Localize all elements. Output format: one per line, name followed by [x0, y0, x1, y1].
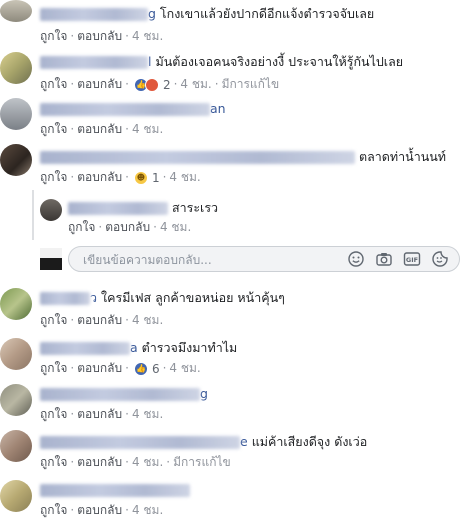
avatar[interactable]: [0, 384, 32, 416]
reply-link[interactable]: ตอบกลับ: [105, 220, 150, 234]
gif-icon[interactable]: GIF: [403, 250, 421, 268]
commenter-name[interactable]: [40, 342, 130, 355]
timestamp[interactable]: 4 ชม.: [132, 29, 163, 43]
like-link[interactable]: ถูกใจ: [40, 313, 67, 327]
commenter-name[interactable]: [68, 202, 168, 215]
timestamp[interactable]: 4 ชม.: [160, 220, 191, 234]
timestamp[interactable]: 4 ชม.: [132, 122, 163, 136]
comment-text: สาระเรว: [171, 200, 219, 215]
like-reaction-icon: 👍: [133, 361, 148, 376]
avatar[interactable]: [40, 199, 62, 221]
angry-reaction-icon: [144, 77, 159, 92]
reply-input[interactable]: [81, 251, 335, 269]
reply-link[interactable]: ตอบกลับ: [77, 313, 122, 327]
avatar[interactable]: [0, 480, 32, 512]
reply-link[interactable]: ตอบกลับ: [77, 170, 122, 184]
timestamp[interactable]: 4 ชม.: [180, 77, 211, 91]
commenter-name[interactable]: [40, 436, 240, 449]
reaction-count: 1: [151, 170, 160, 185]
avatar[interactable]: [0, 52, 32, 84]
comment-item: ว ใครมีเฟส ลูกค้าขอหน่อย หน้าคุ้นๆ ถูกใจ…: [0, 286, 476, 330]
edited-label[interactable]: มีการแก้ไข: [222, 77, 280, 91]
reply-item: สาระเรว ถูกใจ · ตอบกลับ · 4 ชม.: [0, 196, 476, 236]
avatar[interactable]: [0, 288, 32, 320]
edited-label[interactable]: มีการแก้ไข: [173, 455, 231, 469]
commenter-name-tail[interactable]: g: [148, 6, 156, 21]
like-link[interactable]: ถูกใจ: [40, 361, 67, 375]
avatar[interactable]: [0, 430, 32, 462]
like-link[interactable]: ถูกใจ: [40, 503, 67, 517]
avatar[interactable]: [0, 98, 32, 130]
like-link[interactable]: ถูกใจ: [40, 77, 67, 91]
reply-link[interactable]: ตอบกลับ: [77, 407, 122, 421]
timestamp[interactable]: 4 ชม.: [169, 361, 200, 375]
like-link[interactable]: ถูกใจ: [40, 122, 67, 136]
avatar[interactable]: [0, 144, 32, 176]
comment-item: l มันต้องเจอคนจริงอย่างงี้ ประจานให้รู้ก…: [0, 48, 476, 96]
commenter-name[interactable]: [40, 388, 200, 401]
like-link[interactable]: ถูกใจ: [40, 170, 67, 184]
reply-link[interactable]: ตอบกลับ: [77, 77, 122, 91]
comment-text: ตลาดท่าน้ำนนท์: [358, 149, 447, 164]
haha-reaction-icon: ☻: [133, 170, 148, 185]
reply-link[interactable]: ตอบกลับ: [77, 455, 122, 469]
comment-text: ตำรวจมึงมาทำไม: [141, 340, 238, 355]
like-link[interactable]: ถูกใจ: [40, 455, 67, 469]
like-link[interactable]: ถูกใจ: [40, 407, 67, 421]
timestamp[interactable]: 4 ชม.: [132, 407, 163, 421]
reaction-count: 6: [151, 361, 160, 376]
commenter-name[interactable]: [40, 103, 210, 116]
reaction-count: 2: [162, 77, 171, 92]
reaction-summary[interactable]: 👍 6: [133, 361, 160, 377]
reply-composer[interactable]: GIF: [68, 246, 460, 272]
avatar[interactable]: [0, 338, 32, 370]
comment-text: ใครมีเฟส ลูกค้าขอหน่อย หน้าคุ้นๆ: [101, 290, 285, 305]
commenter-name[interactable]: [40, 484, 190, 497]
sticker-icon[interactable]: [431, 250, 449, 268]
comment-item: an ถูกใจ · ตอบกลับ · 4 ชม.: [0, 96, 476, 140]
commenter-name-tail[interactable]: e: [240, 434, 248, 449]
timestamp[interactable]: 4 ชม.: [132, 503, 163, 517]
comment-text: มันต้องเจอคนจริงอย่างงี้ ประจานให้รู้กัน…: [155, 54, 404, 69]
commenter-name[interactable]: [40, 151, 355, 164]
avatar[interactable]: [0, 0, 32, 22]
reply-link[interactable]: ตอบกลับ: [77, 122, 122, 136]
comment-text: แม่ค้าเสียงดีจุง ดังเว่อ: [251, 434, 368, 449]
comment-item: a ตำรวจมึงมาทำไม ถูกใจ · ตอบกลับ · 👍 6 · 4 ชม.: [0, 336, 476, 380]
reaction-summary[interactable]: 👍 2: [133, 77, 171, 93]
camera-icon[interactable]: [375, 250, 393, 268]
comment-text: โกงเขาแล้วยังปากดีอีกแจ้งตำรวจจับเลย: [159, 6, 375, 21]
commenter-name[interactable]: [40, 56, 148, 69]
reply-link[interactable]: ตอบกลับ: [77, 361, 122, 375]
comment-item: ตลาดท่าน้ำนนท์ ถูกใจ · ตอบกลับ · ☻ 1 · 4 ชม.: [0, 140, 476, 190]
reply-link[interactable]: ตอบกลับ: [77, 29, 122, 43]
like-link[interactable]: ถูกใจ: [40, 29, 67, 43]
timestamp[interactable]: 4 ชม.: [132, 313, 163, 327]
reaction-summary[interactable]: ☻ 1: [133, 170, 160, 186]
commenter-name[interactable]: [40, 8, 148, 21]
comment-item: e แม่ค้าเสียงดีจุง ดังเว่อ ถูกใจ · ตอบกลับ…: [0, 428, 476, 472]
emoji-icon[interactable]: [347, 250, 365, 268]
like-link[interactable]: ถูกใจ: [68, 220, 95, 234]
reply-link[interactable]: ตอบกลับ: [77, 503, 122, 517]
comment-item: g ถูกใจ · ตอบกลับ · 4 ชม.: [0, 380, 476, 424]
commenter-name-tail[interactable]: ว: [90, 290, 97, 305]
commenter-name-tail[interactable]: g: [200, 386, 208, 401]
comment-item: g โกงเขาแล้วยังปากดีอีกแจ้งตำรวจจับเลย ถ…: [0, 0, 476, 48]
svg-text:GIF: GIF: [406, 256, 418, 264]
commenter-name-tail[interactable]: an: [210, 101, 226, 116]
comment-item: ถูกใจ · ตอบกลับ · 4 ชม.: [0, 476, 476, 517]
current-user-avatar[interactable]: [40, 248, 62, 270]
commenter-name[interactable]: [40, 292, 90, 305]
timestamp[interactable]: 4 ชม.: [132, 455, 163, 469]
commenter-name-tail[interactable]: a: [130, 340, 138, 355]
commenter-name-tail[interactable]: l: [148, 54, 151, 69]
timestamp[interactable]: 4 ชม.: [169, 170, 200, 184]
